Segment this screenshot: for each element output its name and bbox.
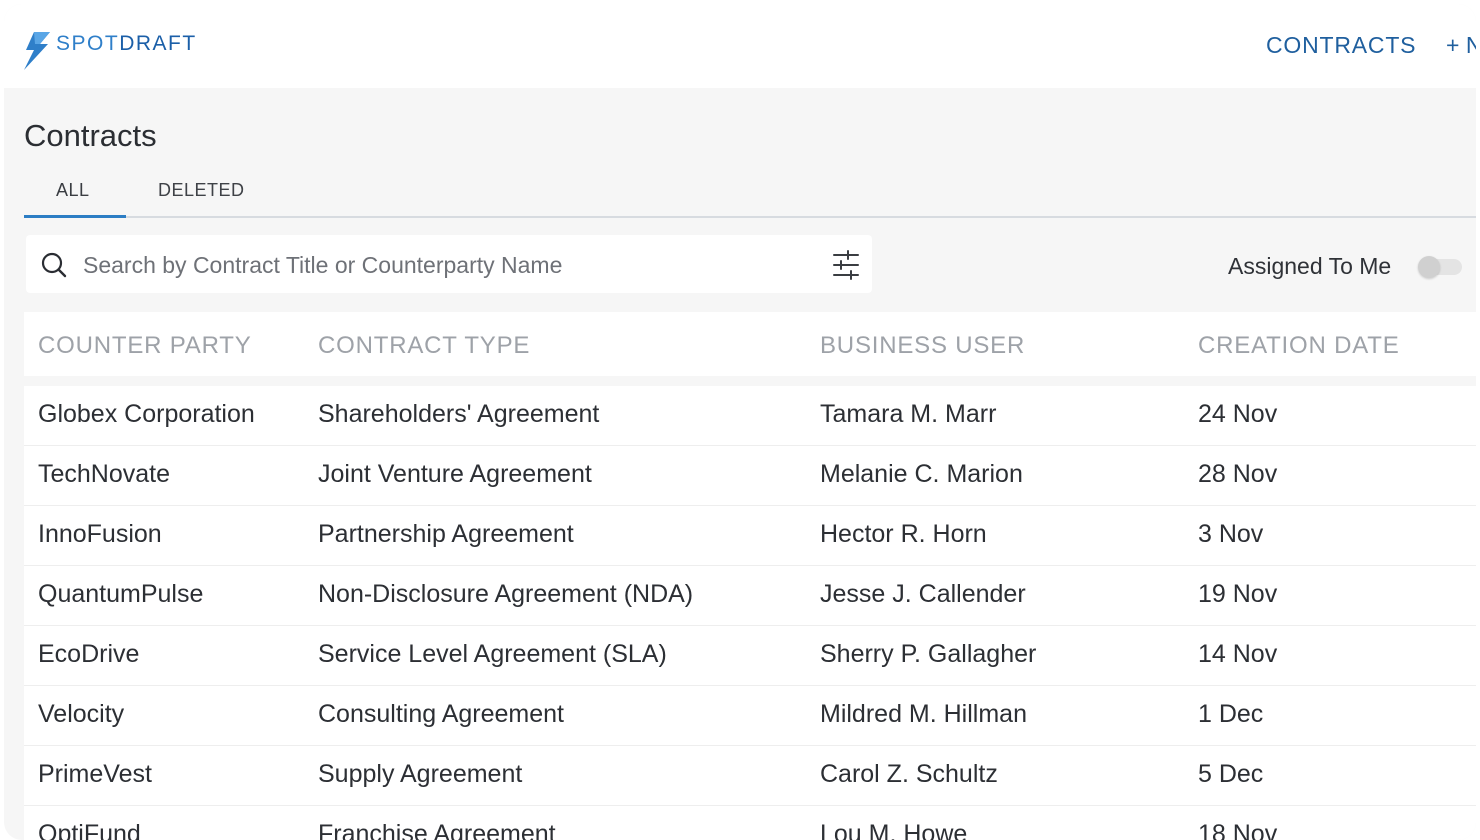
table-row[interactable]: OptiFund Franchise Agreement Lou M. Howe… xyxy=(24,806,1476,840)
cell-contract-type: Consulting Agreement xyxy=(318,700,564,728)
cell-counter-party: OptiFund xyxy=(38,820,141,840)
column-header-business-user[interactable]: BUSINESS USER xyxy=(820,332,1025,360)
cell-business-user: Carol Z. Schultz xyxy=(820,760,998,788)
cell-creation-date: 5 Dec xyxy=(1198,760,1264,788)
cell-creation-date: 1 Dec xyxy=(1198,700,1264,728)
cell-contract-type: Non-Disclosure Agreement (NDA) xyxy=(318,580,694,608)
column-header-counter-party[interactable]: COUNTER PARTY xyxy=(38,332,252,360)
cell-contract-type: Service Level Agreement (SLA) xyxy=(318,640,667,668)
top-navbar: SPOTDRAFT CONTRACTS + N xyxy=(4,4,1476,88)
table-body: Globex Corporation Shareholders' Agreeme… xyxy=(24,386,1476,840)
cell-creation-date: 18 Nov xyxy=(1198,820,1278,840)
table-header: COUNTER PARTY CONTRACT TYPE BUSINESS USE… xyxy=(24,312,1476,376)
table-row[interactable]: TechNovate Joint Venture Agreement Melan… xyxy=(24,446,1476,506)
cell-counter-party: InnoFusion xyxy=(38,520,162,548)
cell-creation-date: 28 Nov xyxy=(1198,460,1278,488)
table-row[interactable]: Velocity Consulting Agreement Mildred M.… xyxy=(24,686,1476,746)
table-row[interactable]: PrimeVest Supply Agreement Carol Z. Schu… xyxy=(24,746,1476,806)
cell-creation-date: 19 Nov xyxy=(1198,580,1278,608)
search-box[interactable]: Search by Contract Title or Counterparty… xyxy=(26,235,872,293)
cell-business-user: Tamara M. Marr xyxy=(820,400,997,428)
cell-creation-date: 3 Nov xyxy=(1198,520,1264,548)
cell-counter-party: PrimeVest xyxy=(38,760,152,788)
cell-counter-party: Velocity xyxy=(38,700,125,728)
cell-contract-type: Partnership Agreement xyxy=(318,520,574,548)
toggle-knob xyxy=(1418,256,1440,278)
table-row[interactable]: QuantumPulse Non-Disclosure Agreement (N… xyxy=(24,566,1476,626)
cell-counter-party: QuantumPulse xyxy=(38,580,204,608)
tab-bar: ALL DELETED xyxy=(24,172,1476,218)
table-row[interactable]: EcoDrive Service Level Agreement (SLA) S… xyxy=(24,626,1476,686)
nav-new-button[interactable]: + N xyxy=(1446,32,1476,59)
cell-business-user: Lou M. Howe xyxy=(820,820,968,840)
assigned-to-me-label: Assigned To Me xyxy=(1228,253,1392,279)
cell-business-user: Melanie C. Marion xyxy=(820,460,1023,488)
nav-contracts-link[interactable]: CONTRACTS xyxy=(1266,32,1416,59)
column-header-contract-type[interactable]: CONTRACT TYPE xyxy=(318,332,530,360)
table-row[interactable]: Globex Corporation Shareholders' Agreeme… xyxy=(24,386,1476,446)
table-row[interactable]: InnoFusion Partnership Agreement Hector … xyxy=(24,506,1476,566)
cell-business-user: Hector R. Horn xyxy=(820,520,987,548)
cell-creation-date: 24 Nov xyxy=(1198,400,1278,428)
assigned-to-me-toggle[interactable] xyxy=(1418,256,1462,278)
brand-name: SPOTDRAFT xyxy=(56,32,197,55)
tab-all[interactable]: ALL xyxy=(56,180,90,201)
cell-business-user: Jesse J. Callender xyxy=(820,580,1026,608)
page-title: Contracts xyxy=(24,118,157,153)
search-input[interactable]: Search by Contract Title or Counterparty… xyxy=(83,252,562,279)
cell-counter-party: Globex Corporation xyxy=(38,400,255,428)
cell-business-user: Sherry P. Gallagher xyxy=(820,640,1037,668)
cell-contract-type: Supply Agreement xyxy=(318,760,523,788)
tab-deleted[interactable]: DELETED xyxy=(158,180,245,201)
brand-logo[interactable]: SPOTDRAFT xyxy=(22,30,197,72)
cell-counter-party: TechNovate xyxy=(38,460,171,488)
column-header-creation-date[interactable]: CREATION DATE xyxy=(1198,332,1400,360)
cell-contract-type: Joint Venture Agreement xyxy=(318,460,592,488)
app-window: SPOTDRAFT CONTRACTS + N Contracts ALL DE… xyxy=(4,4,1476,840)
cell-contract-type: Franchise Agreement xyxy=(318,820,556,840)
cell-contract-type: Shareholders' Agreement xyxy=(318,400,600,428)
sliders-icon[interactable] xyxy=(832,250,860,280)
active-tab-indicator xyxy=(24,215,126,218)
search-icon xyxy=(41,252,67,278)
lightning-bolt-icon xyxy=(24,32,50,70)
cell-business-user: Mildred M. Hillman xyxy=(820,700,1027,728)
cell-creation-date: 14 Nov xyxy=(1198,640,1278,668)
cell-counter-party: EcoDrive xyxy=(38,640,140,668)
